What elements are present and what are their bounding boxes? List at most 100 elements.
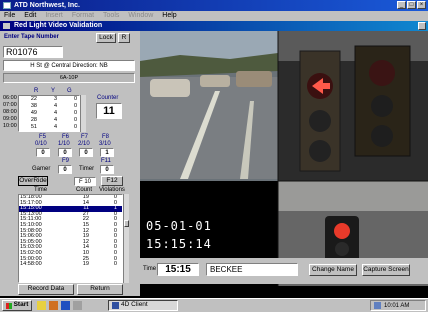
header-r: R xyxy=(34,88,39,94)
violation-list[interactable]: 15:18:00 19 0 15:17:00 14 0 15:15:00 11 1 15:1… xyxy=(18,194,123,283)
menu-file[interactable]: File xyxy=(4,11,15,21)
quick-launch xyxy=(37,301,82,310)
maximize-icon[interactable]: □ xyxy=(407,1,416,9)
change-name-button[interactable]: Change Name xyxy=(309,264,357,276)
override-button[interactable]: OverRide xyxy=(18,176,48,186)
cell-g: 0 xyxy=(73,110,77,116)
list-header-violations: Violations xyxy=(99,187,125,193)
list-header-count: Count xyxy=(76,187,93,193)
app-icon xyxy=(3,2,11,9)
ryg-table: 22 3 0 38 4 0 49 4 0 28 4 0 51 4 0 xyxy=(18,95,80,132)
subwindow-close-icon[interactable] xyxy=(418,22,426,30)
timer-label: Timer xyxy=(79,166,95,172)
table-row: 51 4 0 xyxy=(19,124,79,131)
f11-label: F11 xyxy=(101,158,111,164)
cell-r: 49 xyxy=(30,110,37,116)
list-violations: 0 xyxy=(113,261,117,268)
window-controls: _ □ × xyxy=(397,1,426,9)
f7-value: 0 xyxy=(79,148,93,157)
windows-logo-icon xyxy=(5,302,12,309)
time-display: 15:15 xyxy=(157,263,199,276)
time-label: Time xyxy=(143,266,157,272)
counter-display: 11 xyxy=(96,103,122,119)
cell-g: 0 xyxy=(73,124,77,130)
lock-button[interactable]: Lock xyxy=(96,33,116,43)
minimize-icon[interactable]: _ xyxy=(397,1,406,9)
schedule-display: 6A-10P xyxy=(3,73,135,83)
menu-edit[interactable]: Edit xyxy=(24,11,36,21)
quick-launch-icon[interactable] xyxy=(37,301,46,310)
start-button[interactable]: Start xyxy=(2,300,32,311)
cell-y: 4 xyxy=(53,124,57,130)
table-row: 22 3 0 xyxy=(19,96,79,103)
cell-g: 0 xyxy=(73,103,77,109)
tape-number-input[interactable]: R01076 xyxy=(3,46,63,58)
menu-window[interactable]: Window xyxy=(128,11,153,21)
list-header-time: Time xyxy=(34,187,48,193)
tray-icon[interactable] xyxy=(374,302,381,309)
tape-label: Enter Tape Number xyxy=(4,34,59,40)
cell-y: 4 xyxy=(53,117,57,123)
subwindow-icon xyxy=(3,23,10,29)
counter-label: Counter xyxy=(97,95,119,101)
header-y: Y xyxy=(51,88,56,94)
list-time: 14:58:00 xyxy=(20,261,42,268)
f7-label: F7 xyxy=(81,134,89,140)
cell-r: 28 xyxy=(30,117,37,123)
start-label: Start xyxy=(13,301,29,309)
timer-value: 0 xyxy=(100,165,114,174)
r-button[interactable]: R xyxy=(118,33,130,43)
header-g: G xyxy=(67,88,72,94)
clock[interactable]: 10:01 AM xyxy=(384,303,409,309)
video-feed: 05-01-01 15:15:14 xyxy=(140,31,428,286)
menu-format[interactable]: Format xyxy=(72,11,94,21)
quick-launch-icon[interactable] xyxy=(61,301,70,310)
list-count: 19 xyxy=(82,261,89,268)
f12-button[interactable]: F12 xyxy=(101,176,123,186)
table-row: 28 4 0 xyxy=(19,117,79,124)
gamer-value: 0 xyxy=(58,165,72,174)
return-button[interactable]: Return xyxy=(77,284,123,295)
system-tray: 10:01 AM xyxy=(370,300,426,311)
menu-tools[interactable]: Tools xyxy=(103,11,119,21)
quick-launch-icon[interactable] xyxy=(49,301,58,310)
record-data-button[interactable]: Record Data xyxy=(18,284,74,295)
window-titlebar: ATD Northwest, Inc. xyxy=(0,0,428,11)
cell-g: 0 xyxy=(73,96,77,102)
list-item[interactable]: 14:58:00 19 0 xyxy=(19,262,122,268)
quick-launch-icon[interactable] xyxy=(73,301,82,310)
f5-value: 0 xyxy=(36,148,50,157)
subwindow-title: Red Light Video Validation xyxy=(14,22,103,29)
scroll-thumb[interactable] xyxy=(124,220,129,227)
menu-insert[interactable]: Insert xyxy=(45,11,63,21)
f7-sub: 2/10 xyxy=(78,141,90,147)
f5-label: F5 xyxy=(39,134,47,140)
cell-y: 4 xyxy=(53,110,57,116)
video-time: 15:15:14 xyxy=(146,237,212,251)
capture-screen-button[interactable]: Capture Screen xyxy=(362,264,410,276)
f8-label: F8 xyxy=(102,134,110,140)
f6-value: 0 xyxy=(58,148,72,157)
cell-g: 0 xyxy=(73,117,77,123)
close-icon[interactable]: × xyxy=(417,1,426,9)
window-title: ATD Northwest, Inc. xyxy=(14,2,80,9)
name-field[interactable]: BECKEE xyxy=(206,263,298,276)
menu-help[interactable]: Help xyxy=(162,11,176,21)
cell-r: 38 xyxy=(30,103,37,109)
f5-sub: 0/10 xyxy=(35,141,47,147)
list-scrollbar[interactable] xyxy=(123,194,129,283)
taskbar-item-label: 4D Client xyxy=(121,301,148,309)
f8-sub: 3/10 xyxy=(99,141,111,147)
table-row: 49 4 0 xyxy=(19,110,79,117)
gamer-label: Gamer xyxy=(32,166,51,172)
table-row: 38 4 0 xyxy=(19,103,79,110)
taskbar-item-4d-client[interactable]: 4D Client xyxy=(108,300,178,311)
f10-value: F 10 xyxy=(74,177,96,186)
video-date: 05-01-01 xyxy=(146,219,212,233)
f6-label: F6 xyxy=(62,134,70,140)
menu-bar: File Edit Insert Format Tools Window Hel… xyxy=(0,11,428,21)
ryg-scrollbar[interactable] xyxy=(80,95,86,132)
subwindow-titlebar: Red Light Video Validation xyxy=(0,21,428,31)
app-icon xyxy=(112,302,119,309)
cell-r: 51 xyxy=(30,124,37,130)
